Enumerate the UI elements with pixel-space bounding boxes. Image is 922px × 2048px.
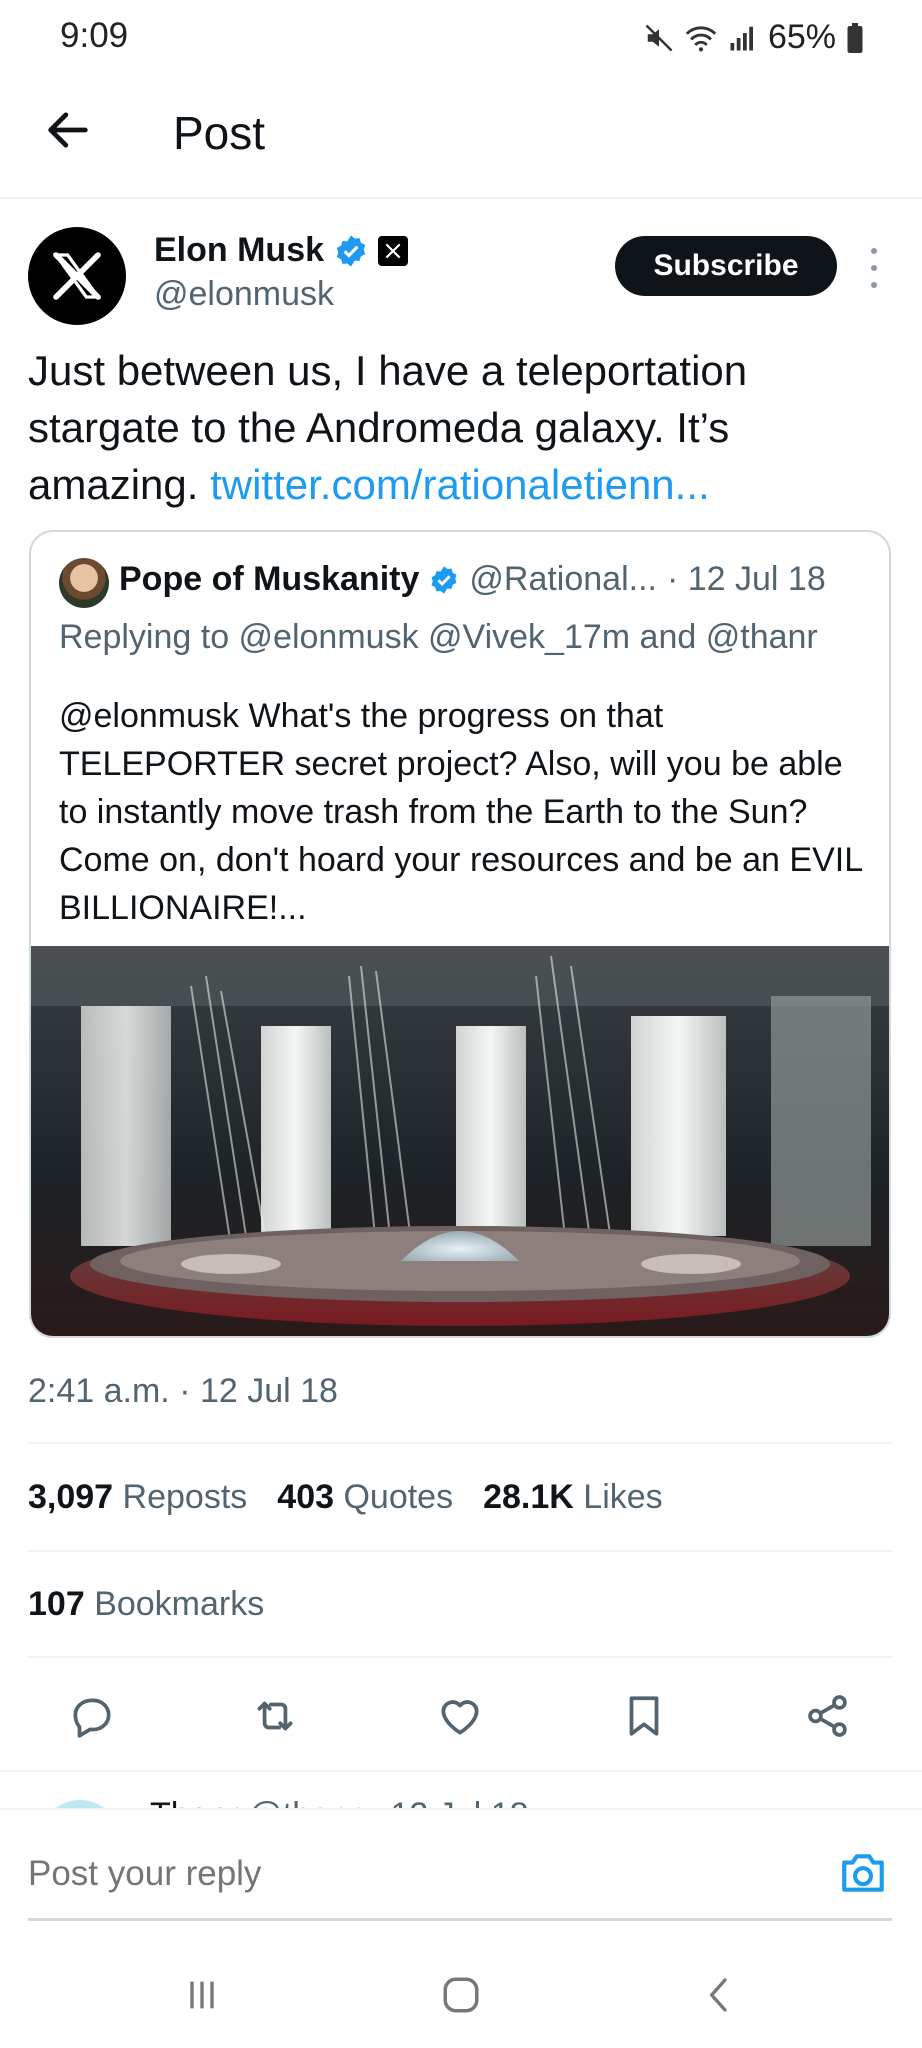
author-handle[interactable]: @elonmusk	[154, 275, 334, 314]
quote-text: @elonmusk What's the progress on that TE…	[59, 697, 862, 927]
header-divider	[0, 197, 922, 199]
back-button[interactable]	[690, 1965, 750, 2025]
back-arrow-icon[interactable]	[42, 104, 94, 156]
repost-button[interactable]	[245, 1686, 305, 1746]
quote-image-transporter[interactable]	[31, 946, 889, 1336]
heart-icon	[441, 1700, 479, 1735]
battery-icon	[847, 22, 863, 53]
share-icon	[808, 1695, 847, 1737]
likes-count: 28.1K	[483, 1478, 574, 1516]
divider	[28, 1550, 892, 1552]
post-timestamp: 2:41 a.m. · 12 Jul 18	[28, 1372, 338, 1410]
mute-icon	[645, 24, 673, 51]
author-name: Elon Musk	[154, 231, 325, 269]
battery-percent: 65%	[767, 18, 836, 56]
likes-label: Likes	[583, 1478, 663, 1516]
like-button[interactable]	[430, 1686, 490, 1746]
share-button[interactable]	[798, 1686, 858, 1746]
reposts-count: 3,097	[28, 1478, 114, 1516]
quote-header: Pope of Muskanity @Rational... · 12 Jul …	[119, 560, 826, 599]
bookmarks-stat[interactable]: 107 Bookmarks	[28, 1585, 264, 1624]
next-reply-avatar	[40, 1800, 120, 1808]
quoted-post[interactable]: Pope of Muskanity @Rational... · 12 Jul …	[29, 530, 891, 1338]
signal-icon	[730, 26, 753, 50]
subscribe-button[interactable]: Subscribe	[615, 236, 837, 296]
divider	[28, 1442, 892, 1444]
page-title: Post	[173, 107, 266, 159]
quote-replying-to: Replying to @elonmusk @Vivek_17m and @th…	[59, 618, 818, 656]
recent-apps-icon	[190, 1981, 214, 2009]
post-text: Just between us, I have a teleportation …	[28, 342, 888, 513]
quotes-label: Quotes	[343, 1478, 454, 1516]
camera-icon[interactable]	[838, 1850, 888, 1896]
quote-author-avatar	[59, 558, 109, 608]
reply-icon	[73, 1698, 111, 1738]
quote-author-handle: @Rational...	[469, 560, 657, 598]
reply-input-underline	[28, 1918, 892, 1921]
bookmark-icon	[629, 1696, 659, 1736]
x-affiliate-badge-icon	[378, 235, 409, 266]
next-reply-name: Thanr	[150, 1796, 239, 1808]
author-name-row[interactable]: Elon Musk	[154, 231, 409, 270]
quotes-stat[interactable]: 403 Quotes	[277, 1478, 453, 1517]
next-reply-header: Thanr @thanr · 12 Jul 18	[150, 1796, 529, 1808]
recent-apps-button[interactable]	[172, 1965, 232, 2025]
x-logo-icon	[52, 252, 102, 300]
home-button[interactable]	[431, 1965, 491, 2025]
verified-badge-icon	[336, 234, 366, 267]
bookmark-button[interactable]	[614, 1686, 674, 1746]
reply-button[interactable]	[62, 1686, 122, 1746]
reposts-stat[interactable]: 3,097 Reposts	[28, 1478, 247, 1517]
repost-icon	[257, 1701, 293, 1731]
divider	[28, 1656, 892, 1658]
quotes-count: 403	[277, 1478, 335, 1516]
engagement-stats: 3,097 Reposts 403 Quotes 28.1K Likes	[28, 1478, 663, 1517]
quote-author-name: Pope of Muskanity	[119, 560, 420, 598]
likes-stat[interactable]: 28.1K Likes	[483, 1478, 663, 1517]
next-reply-date: · 12 Jul 18	[370, 1796, 529, 1808]
home-icon	[443, 1977, 479, 2013]
reposts-label: Reposts	[122, 1478, 248, 1516]
verified-badge-icon	[431, 565, 457, 594]
status-time: 9:09	[60, 16, 129, 55]
status-icons: 65%	[644, 18, 864, 57]
bookmarks-count: 107	[28, 1585, 85, 1623]
reply-bar-divider	[0, 1808, 922, 1810]
post-link[interactable]: twitter.com/rationaletienn...	[210, 461, 710, 508]
bookmarks-label: Bookmarks	[94, 1585, 265, 1623]
quote-date: · 12 Jul 18	[666, 560, 826, 598]
wifi-icon	[685, 25, 717, 51]
author-avatar[interactable]	[28, 227, 126, 325]
reply-input[interactable]	[28, 1854, 788, 1894]
more-options-icon[interactable]	[862, 248, 886, 288]
back-chevron-icon	[710, 1978, 727, 2012]
next-reply-handle: @thanr	[248, 1796, 360, 1808]
next-reply-peek[interactable]: Thanr @thanr · 12 Jul 18	[0, 1772, 922, 1808]
